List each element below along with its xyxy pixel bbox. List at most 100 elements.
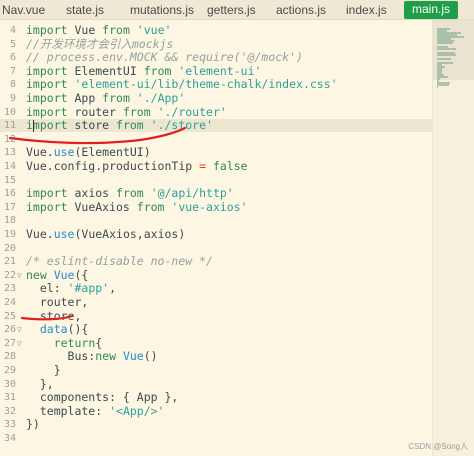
- line-number: 4: [9, 25, 16, 36]
- code-text: import App from './App': [26, 92, 185, 105]
- code-line[interactable]: 12: [0, 133, 432, 146]
- code-text: el: '#app',: [26, 282, 116, 295]
- line-number: 7: [9, 65, 16, 77]
- code-token: new: [95, 349, 123, 364]
- code-text: import router from './router': [26, 104, 227, 119]
- code-line[interactable]: 7 import ElementUI from 'element-ui': [0, 64, 432, 78]
- code-line[interactable]: 26 ▽ data(){: [0, 323, 432, 336]
- code-text: import ElementUI from 'element-ui': [26, 64, 261, 78]
- code-line[interactable]: 28 Bus:new Vue(): [0, 350, 432, 363]
- code-line[interactable]: 18: [0, 214, 432, 227]
- code-line[interactable]: 21 /* eslint-disable no-new */: [0, 255, 432, 268]
- line-number: 24: [3, 297, 16, 308]
- code-token: import: [26, 91, 75, 105]
- code-area[interactable]: 4 import Vue from 'vue' 5//开发环境才会引入mockjs 6…: [0, 20, 432, 456]
- code-line[interactable]: 22 ▽ new Vue({: [0, 267, 432, 282]
- code-text: import 'element-ui/lib/theme-chalk/index…: [26, 78, 338, 91]
- tab-getters-js[interactable]: getters.js: [207, 3, 256, 17]
- code-line[interactable]: 30 },: [0, 376, 432, 391]
- code-token: router,: [26, 295, 89, 309]
- code-line[interactable]: 25 store,: [0, 308, 432, 323]
- code-line[interactable]: 9 import App from './App': [0, 92, 432, 105]
- code-text: new Vue({: [26, 267, 88, 282]
- fold-arrow-icon[interactable]: ▽: [17, 337, 22, 350]
- text-cursor: [33, 120, 34, 133]
- minimap-line: [437, 86, 438, 88]
- line-number: 34: [3, 433, 16, 444]
- code-token: =: [199, 159, 213, 173]
- code-line[interactable]: 31 components: { App },: [0, 391, 432, 404]
- code-text: import store from './store': [26, 119, 213, 132]
- code-line[interactable]: 14 Vue.config.productionTip = false: [0, 160, 432, 173]
- code-token: Vue.config.productionTip: [26, 159, 200, 173]
- code-text: Bus:new Vue(): [26, 350, 158, 363]
- code-line[interactable]: 15: [0, 174, 432, 187]
- tab-nav-vue[interactable]: Nav.vue: [2, 3, 45, 17]
- code-line[interactable]: 19 Vue.use(VueAxios,axios): [0, 228, 432, 241]
- code-line[interactable]: 5 //开发环境才会引入mockjs: [0, 36, 432, 51]
- code-text: },: [26, 376, 54, 391]
- code-editor[interactable]: 4 import Vue from 'vue' 5//开发环境才会引入mockjs 6…: [0, 20, 474, 456]
- code-token: App: [74, 91, 103, 105]
- code-token: './router': [157, 104, 227, 119]
- code-token: },: [26, 376, 54, 391]
- code-line[interactable]: 20: [0, 242, 432, 255]
- minimap-line: [437, 54, 456, 56]
- code-token: ,: [109, 281, 117, 296]
- code-text: //开发环境才会引入mockjs: [26, 36, 174, 51]
- line-number: 11: [3, 120, 16, 132]
- code-text: return{: [26, 335, 102, 350]
- code-line[interactable]: 17 import VueAxios from 'vue-axios': [0, 200, 432, 214]
- code-text: /* eslint-disable no-new */: [26, 255, 213, 268]
- code-line[interactable]: 23 el: '#app',: [0, 282, 432, 295]
- code-token: template:: [26, 403, 110, 418]
- code-line[interactable]: 11 import store from './store': [0, 119, 432, 133]
- code-text: data(){: [26, 323, 88, 336]
- code-line[interactable]: 27 ▽ return{: [0, 335, 432, 350]
- code-line[interactable]: 8 import 'element-ui/lib/theme-chalk/inde…: [0, 78, 432, 91]
- code-token: new: [26, 267, 54, 282]
- line-number: 23: [3, 283, 16, 295]
- code-token: Vue: [53, 267, 75, 282]
- code-text: import Vue from 'vue': [26, 24, 171, 37]
- minimap-line: [437, 42, 453, 44]
- code-token: }): [26, 417, 40, 432]
- code-line[interactable]: 32 template: '<App/>': [0, 403, 432, 418]
- code-line[interactable]: 10 import router from './router': [0, 104, 432, 119]
- code-line[interactable]: 4 import Vue from 'vue': [0, 24, 432, 37]
- code-text: import axios from '@/api/http': [26, 187, 234, 200]
- code-line[interactable]: 34: [0, 432, 432, 445]
- code-token: return: [53, 335, 96, 350]
- code-token: store: [74, 118, 117, 133]
- code-text: template: '<App/>': [26, 403, 165, 418]
- code-line[interactable]: 33}): [0, 418, 432, 431]
- minimap[interactable]: [432, 20, 474, 456]
- watermark: CSDN @Song人: [408, 442, 468, 451]
- code-token: axios: [74, 186, 117, 201]
- code-token: (ElementUI): [74, 145, 151, 160]
- line-number: 6: [9, 52, 16, 64]
- code-token: /* eslint-disable no-new */: [26, 254, 213, 269]
- code-line[interactable]: 29 }: [0, 364, 432, 377]
- code-line[interactable]: 13 Vue.use(ElementUI): [0, 146, 432, 159]
- tab-main-js[interactable]: main.js: [404, 1, 459, 19]
- fold-arrow-icon[interactable]: ▽: [17, 269, 22, 282]
- code-line[interactable]: 6 // process.env.MOCK && require('@/mock'…: [0, 51, 432, 64]
- code-token: store,: [26, 308, 82, 323]
- tab-state-js[interactable]: state.js: [66, 3, 104, 17]
- code-token: false: [212, 159, 248, 173]
- code-token: './store': [150, 118, 213, 133]
- tab-mutations-js[interactable]: mutations.js: [130, 3, 194, 17]
- code-token: import: [26, 186, 75, 201]
- code-line[interactable]: 16 import axios from '@/api/http': [0, 187, 432, 200]
- code-text: router,: [26, 296, 88, 309]
- code-token: Vue.: [26, 145, 54, 160]
- fold-arrow-icon[interactable]: ▽: [17, 323, 22, 336]
- code-token: './App': [136, 91, 186, 105]
- tab-index-js[interactable]: index.js: [346, 3, 387, 17]
- line-number: 29: [3, 365, 16, 376]
- code-token: //开发环境才会引入mockjs: [26, 36, 174, 51]
- code-line[interactable]: 24 router,: [0, 296, 432, 309]
- tab-actions-js[interactable]: actions.js: [276, 3, 326, 17]
- code-token: use: [53, 227, 75, 241]
